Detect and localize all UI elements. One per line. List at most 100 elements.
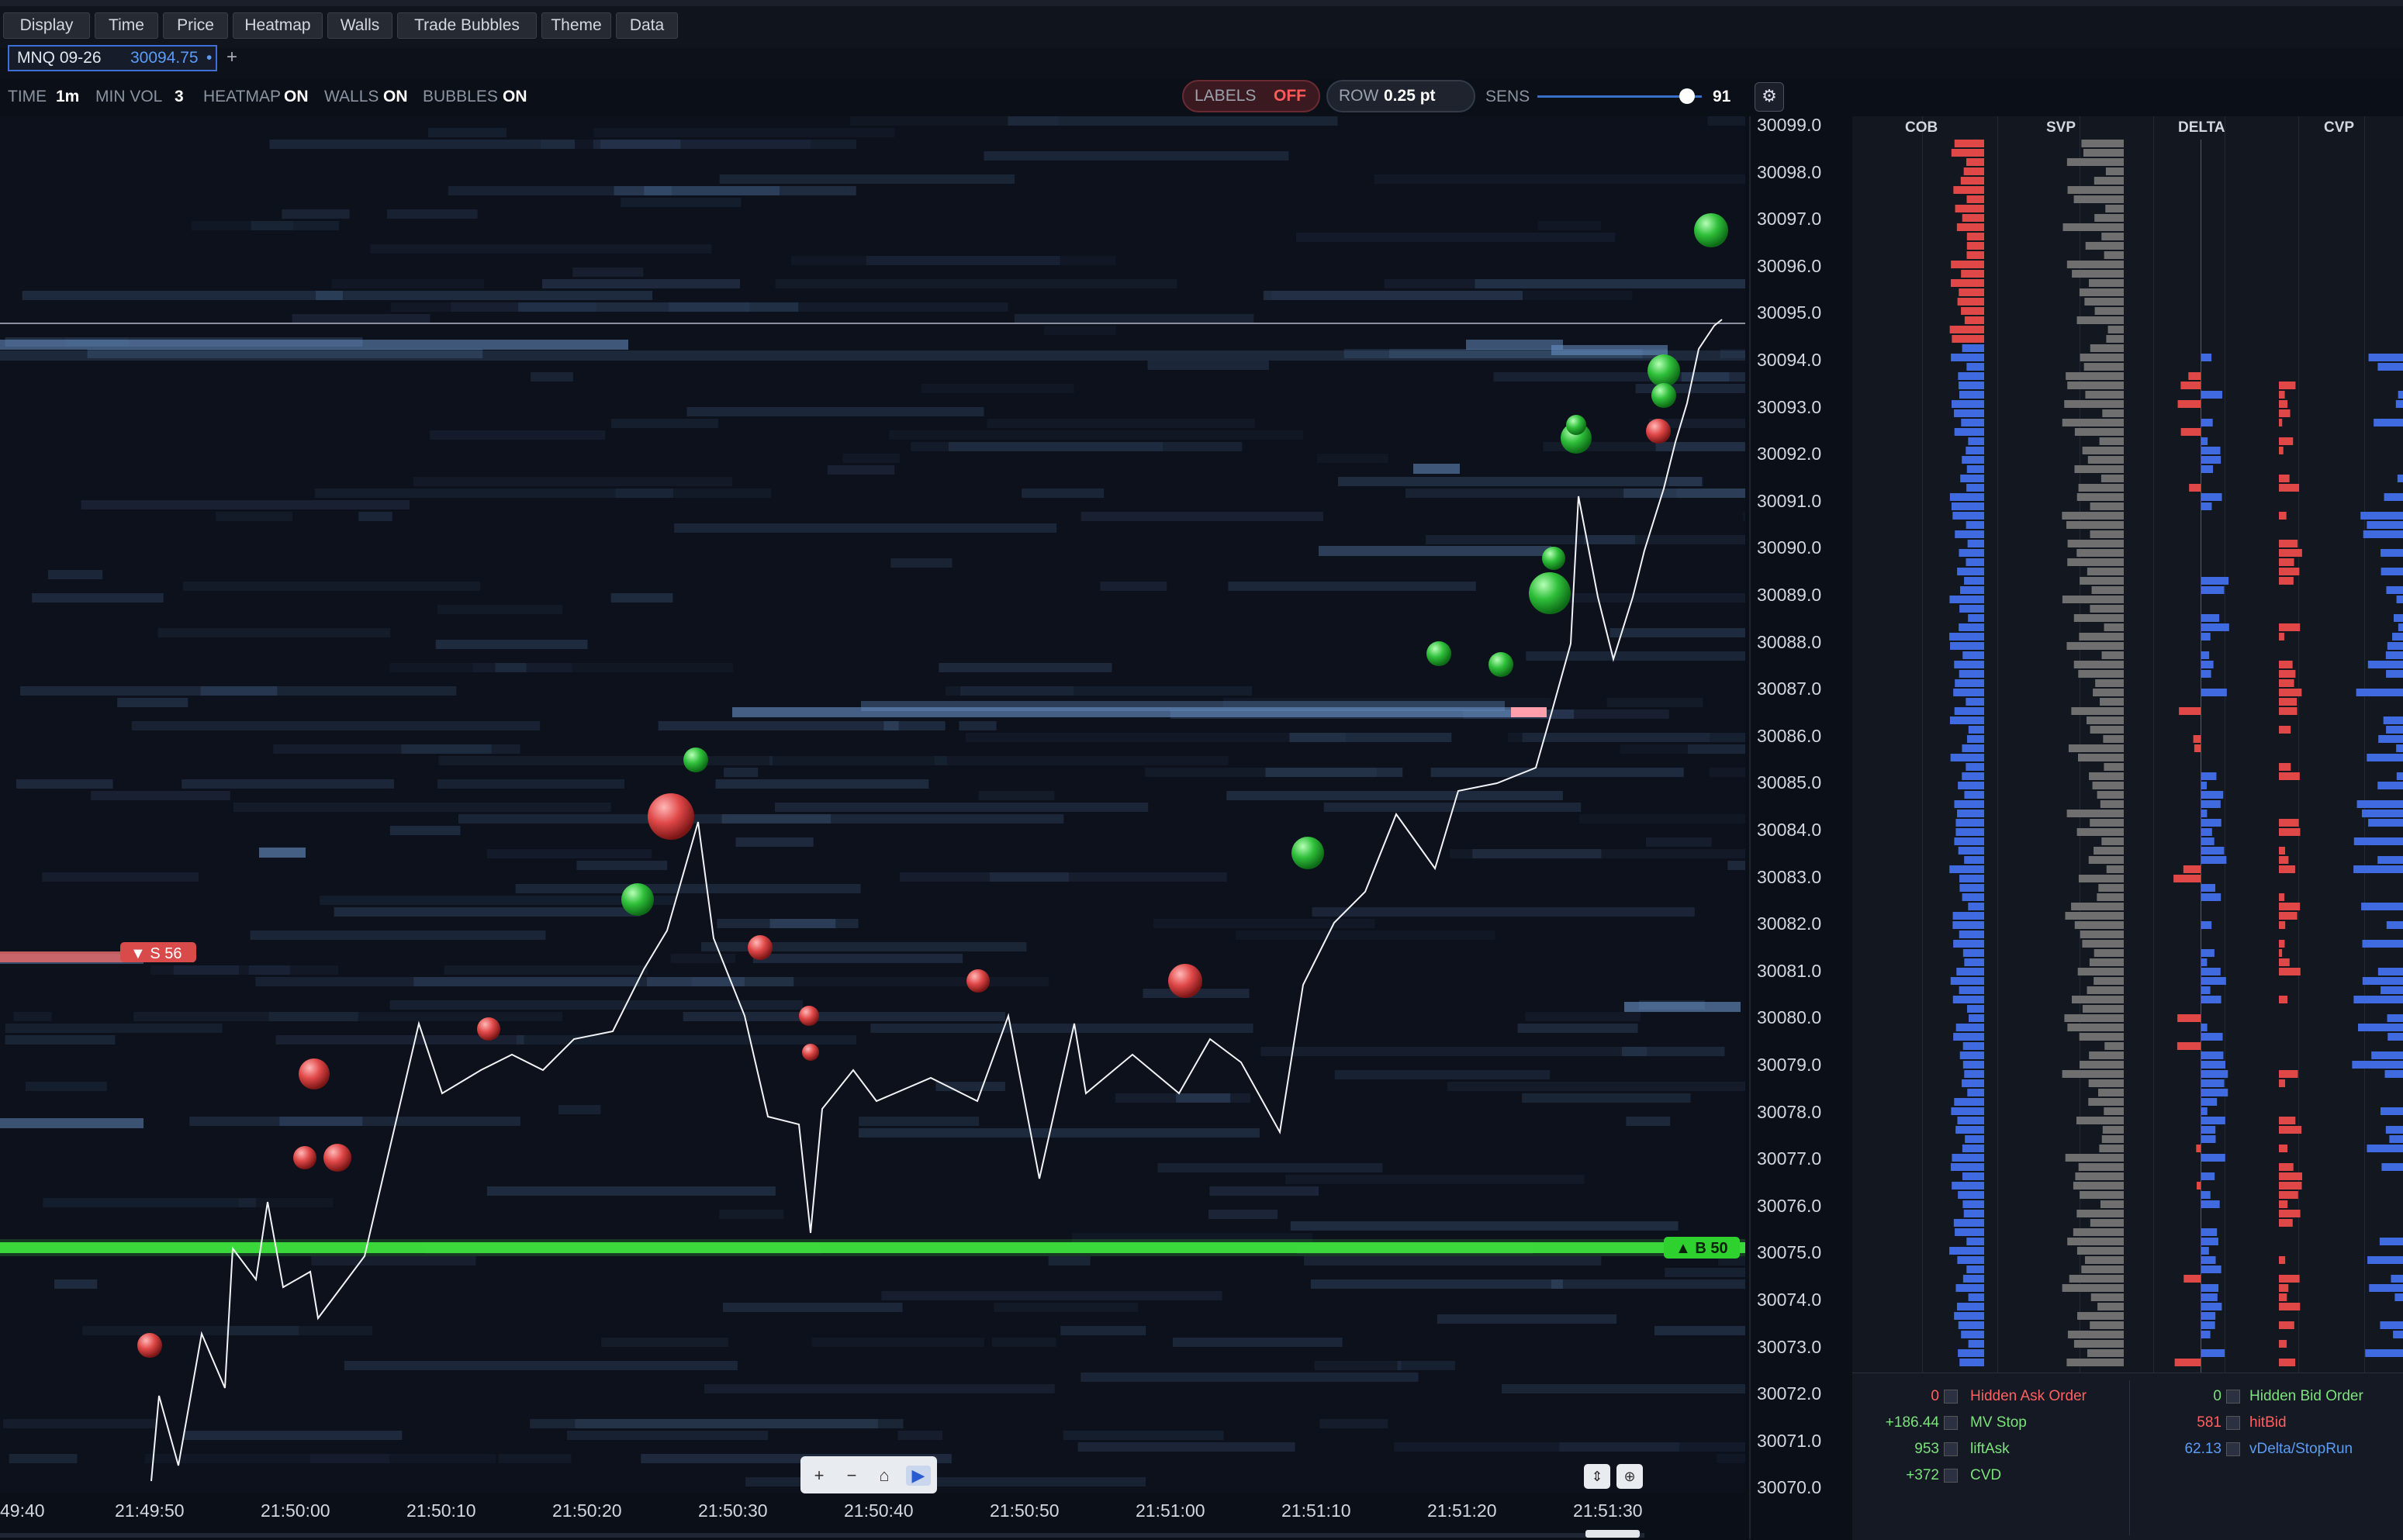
cvp-bar (2386, 726, 2403, 734)
cvp-bar (2377, 363, 2403, 371)
menu-trade-bubbles[interactable]: Trade Bubbles (397, 12, 537, 39)
walls-value[interactable]: ON (383, 88, 408, 106)
menu-time[interactable]: Time (95, 12, 158, 39)
heatmap-cell (567, 1431, 769, 1440)
ask-wall-highlight (1511, 707, 1547, 717)
svp-bar (2090, 1293, 2124, 1301)
add-tab-button[interactable]: + (226, 47, 237, 68)
horizontal-scrollbar[interactable] (0, 1533, 1644, 1538)
delta-bar (2201, 884, 2216, 892)
sell-trade-bubble (648, 793, 694, 840)
menu-heatmap[interactable]: Heatmap (233, 12, 323, 39)
menu-price[interactable]: Price (163, 12, 228, 39)
delta-bar (2173, 875, 2201, 882)
svp-bar (2101, 233, 2124, 240)
cob-bar (1966, 158, 1984, 166)
cvp-bar (2279, 726, 2291, 734)
heatmap-cell (897, 1431, 943, 1440)
cvp-bar (2356, 800, 2403, 808)
delta-bar (2174, 1359, 2201, 1366)
cvp-bar (2380, 1321, 2403, 1329)
heatmap-cell (791, 256, 1116, 265)
cvp-bar (2365, 1349, 2403, 1357)
cob-bar (1955, 530, 1984, 538)
heatmap-cell (1707, 116, 1745, 126)
sens-slider-handle[interactable] (1679, 88, 1695, 104)
menu-data[interactable]: Data (616, 12, 678, 39)
price-tick: 30076.0 (1757, 1195, 1822, 1216)
zoom-in-button[interactable]: + (807, 1466, 832, 1486)
liquidity-band (0, 350, 1745, 361)
price-tick: 30087.0 (1757, 678, 1822, 699)
svp-bar (2104, 623, 2124, 631)
zoom-out-button[interactable]: − (839, 1466, 864, 1486)
sell-trade-bubble (748, 935, 773, 960)
cvp-bar (2361, 810, 2403, 817)
heatmap-cell (775, 803, 1149, 812)
delta-bar (2201, 968, 2221, 975)
lock-scale-icon[interactable]: ⇕ (1584, 1464, 1610, 1489)
time-value[interactable]: 1m (56, 88, 79, 106)
menu-walls[interactable]: Walls (327, 12, 392, 39)
cob-bar (1952, 996, 1984, 1003)
cvp-bar (2393, 1331, 2403, 1338)
svp-bar (2076, 1210, 2124, 1217)
cvp-bar (2279, 772, 2300, 780)
heatmap-cell (1426, 535, 1636, 544)
heatmap-cell (722, 1303, 903, 1312)
heatmap-cell (9, 1454, 78, 1463)
tab-symbol[interactable]: MNQ 09-26 30094.75 • (8, 45, 217, 71)
menu-display[interactable]: Display (3, 12, 90, 39)
heatmap-value[interactable]: ON (284, 88, 309, 106)
heatmap-cell (311, 1256, 476, 1265)
heatmap-cell (1226, 791, 1563, 800)
volume-profile-panel (1852, 116, 2403, 1539)
scrollbar-thumb[interactable] (1585, 1530, 1640, 1538)
minvol-value[interactable]: 3 (175, 88, 184, 106)
svp-bar (2100, 475, 2124, 482)
cvp-bar (2377, 782, 2403, 789)
play-icon[interactable]: ▶ (906, 1466, 931, 1486)
svp-bar (2065, 1154, 2124, 1162)
svp-bar (2080, 354, 2124, 361)
cvp-bar (2279, 865, 2295, 873)
delta-bar (2201, 1126, 2216, 1134)
svp-bar (2081, 1265, 2124, 1273)
cob-bar (1960, 177, 1984, 185)
cvp-bar (2396, 596, 2403, 603)
cvp-bar (2380, 1107, 2403, 1115)
delta-bar (2201, 661, 2214, 668)
heatmap-cell (1334, 1070, 1551, 1079)
sens-slider-track[interactable] (1537, 95, 1702, 98)
sell-trade-bubble (477, 1017, 500, 1041)
menu-theme[interactable]: Theme (541, 12, 611, 39)
row-size-control[interactable]: ROW 0.25 pt (1326, 80, 1475, 112)
cvp-bar (2381, 549, 2403, 557)
heatmap-cell (994, 1303, 1139, 1312)
home-icon[interactable]: ⌂ (872, 1466, 897, 1486)
heatmap-cell (1295, 233, 1616, 242)
buy-trade-bubble (683, 748, 708, 772)
liquidity-band (0, 340, 628, 350)
labels-toggle[interactable]: LABELS OFF (1182, 80, 1320, 112)
cob-bar (1957, 1256, 1984, 1264)
cob-bar (1962, 1200, 1984, 1208)
delta-bar (2201, 623, 2229, 631)
heatmap-chart[interactable]: ▼ S 56 ▲ B 50 (0, 116, 1745, 1493)
hidden-ask-value: 0 (1931, 1388, 1939, 1404)
delta-bar (2201, 791, 2224, 799)
bubbles-value[interactable]: ON (503, 88, 527, 106)
heatmap-cell (723, 768, 759, 777)
row-label: ROW (1339, 87, 1379, 105)
heatmap-cell (1668, 477, 1703, 486)
tab-bar (0, 48, 2403, 79)
cob-bar (1967, 1089, 1984, 1096)
svp-bar (2067, 1331, 2124, 1338)
cob-bar (1954, 1312, 1984, 1320)
cvp-bar (2379, 1238, 2403, 1245)
crosshair-icon[interactable]: ⊕ (1616, 1464, 1643, 1489)
heatmap-cell (25, 1082, 107, 1091)
heatmap-cell (233, 803, 611, 812)
svp-bar (2087, 1349, 2124, 1357)
gear-icon[interactable]: ⚙ (1755, 82, 1784, 112)
